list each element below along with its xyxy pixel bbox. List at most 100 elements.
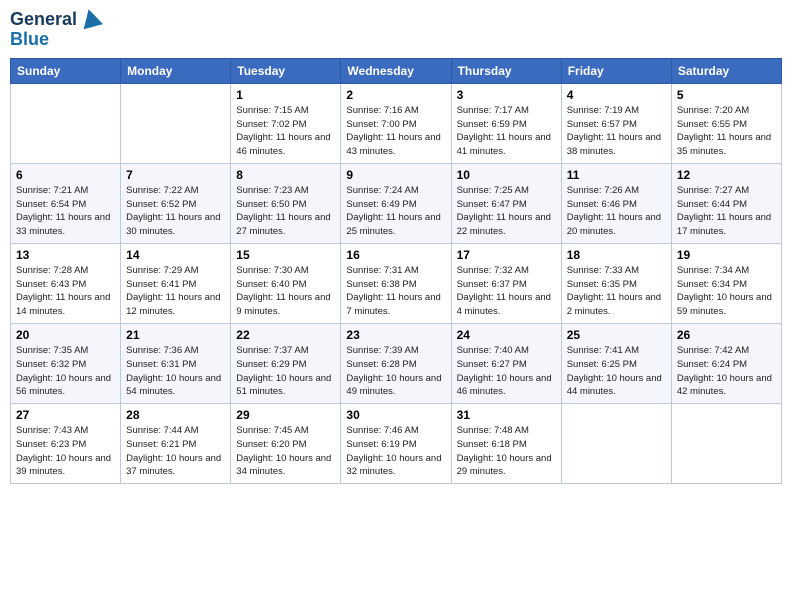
day-number: 10: [457, 168, 556, 182]
weekday-header-cell: Sunday: [11, 58, 121, 83]
weekday-header-cell: Tuesday: [231, 58, 341, 83]
day-number: 22: [236, 328, 335, 342]
calendar-cell: 2 Sunrise: 7:16 AM Sunset: 7:00 PM Daylig…: [341, 83, 451, 163]
day-info: Sunrise: 7:45 AM Sunset: 6:20 PM Dayligh…: [236, 424, 335, 479]
day-number: 13: [16, 248, 115, 262]
day-info: Sunrise: 7:29 AM Sunset: 6:41 PM Dayligh…: [126, 264, 225, 319]
day-number: 7: [126, 168, 225, 182]
calendar-cell: 31 Sunrise: 7:48 AM Sunset: 6:18 PM Dayli…: [451, 404, 561, 484]
day-info: Sunrise: 7:37 AM Sunset: 6:29 PM Dayligh…: [236, 344, 335, 399]
day-number: 29: [236, 408, 335, 422]
day-number: 16: [346, 248, 445, 262]
calendar-cell: 15 Sunrise: 7:30 AM Sunset: 6:40 PM Dayli…: [231, 243, 341, 323]
day-info: Sunrise: 7:43 AM Sunset: 6:23 PM Dayligh…: [16, 424, 115, 479]
day-number: 2: [346, 88, 445, 102]
day-info: Sunrise: 7:23 AM Sunset: 6:50 PM Dayligh…: [236, 184, 335, 239]
calendar-cell: 22 Sunrise: 7:37 AM Sunset: 6:29 PM Dayli…: [231, 323, 341, 403]
day-number: 30: [346, 408, 445, 422]
day-number: 26: [677, 328, 776, 342]
calendar-cell: 29 Sunrise: 7:45 AM Sunset: 6:20 PM Dayli…: [231, 404, 341, 484]
day-number: 20: [16, 328, 115, 342]
day-number: 31: [457, 408, 556, 422]
day-info: Sunrise: 7:48 AM Sunset: 6:18 PM Dayligh…: [457, 424, 556, 479]
calendar-cell: 9 Sunrise: 7:24 AM Sunset: 6:49 PM Daylig…: [341, 163, 451, 243]
calendar-cell: 1 Sunrise: 7:15 AM Sunset: 7:02 PM Daylig…: [231, 83, 341, 163]
calendar-cell: 5Sunrise: 7:20 AM Sunset: 6:55 PM Daylig…: [671, 83, 781, 163]
day-info: Sunrise: 7:19 AM Sunset: 6:57 PM Dayligh…: [567, 104, 666, 159]
day-number: 19: [677, 248, 776, 262]
day-info: Sunrise: 7:26 AM Sunset: 6:46 PM Dayligh…: [567, 184, 666, 239]
calendar-cell: 25 Sunrise: 7:41 AM Sunset: 6:25 PM Dayli…: [561, 323, 671, 403]
logo: General Blue: [10, 10, 101, 50]
day-number: 14: [126, 248, 225, 262]
calendar-cell: 17 Sunrise: 7:32 AM Sunset: 6:37 PM Dayli…: [451, 243, 561, 323]
day-info: Sunrise: 7:42 AM Sunset: 6:24 PM Dayligh…: [677, 344, 776, 399]
calendar-week-row: 1 Sunrise: 7:15 AM Sunset: 7:02 PM Daylig…: [11, 83, 782, 163]
calendar-cell: 16 Sunrise: 7:31 AM Sunset: 6:38 PM Dayli…: [341, 243, 451, 323]
calendar-week-row: 20Sunrise: 7:35 AM Sunset: 6:32 PM Dayli…: [11, 323, 782, 403]
weekday-header-cell: Monday: [121, 58, 231, 83]
day-info: Sunrise: 7:15 AM Sunset: 7:02 PM Dayligh…: [236, 104, 335, 159]
calendar-cell: 26 Sunrise: 7:42 AM Sunset: 6:24 PM Dayli…: [671, 323, 781, 403]
calendar-cell: 8 Sunrise: 7:23 AM Sunset: 6:50 PM Daylig…: [231, 163, 341, 243]
calendar-cell: 7 Sunrise: 7:22 AM Sunset: 6:52 PM Daylig…: [121, 163, 231, 243]
calendar-cell: [671, 404, 781, 484]
weekday-header-cell: Wednesday: [341, 58, 451, 83]
calendar-week-row: 13 Sunrise: 7:28 AM Sunset: 6:43 PM Dayli…: [11, 243, 782, 323]
day-info: Sunrise: 7:20 AM Sunset: 6:55 PM Dayligh…: [677, 104, 776, 159]
day-info: Sunrise: 7:17 AM Sunset: 6:59 PM Dayligh…: [457, 104, 556, 159]
day-number: 3: [457, 88, 556, 102]
day-number: 6: [16, 168, 115, 182]
day-number: 15: [236, 248, 335, 262]
day-info: Sunrise: 7:16 AM Sunset: 7:00 PM Dayligh…: [346, 104, 445, 159]
calendar-cell: [11, 83, 121, 163]
logo-general: General: [10, 10, 77, 30]
day-number: 1: [236, 88, 335, 102]
calendar-cell: 10 Sunrise: 7:25 AM Sunset: 6:47 PM Dayli…: [451, 163, 561, 243]
weekday-header-cell: Saturday: [671, 58, 781, 83]
day-number: 25: [567, 328, 666, 342]
day-info: Sunrise: 7:30 AM Sunset: 6:40 PM Dayligh…: [236, 264, 335, 319]
day-info: Sunrise: 7:46 AM Sunset: 6:19 PM Dayligh…: [346, 424, 445, 479]
day-info: Sunrise: 7:28 AM Sunset: 6:43 PM Dayligh…: [16, 264, 115, 319]
calendar-cell: [561, 404, 671, 484]
day-info: Sunrise: 7:44 AM Sunset: 6:21 PM Dayligh…: [126, 424, 225, 479]
day-number: 21: [126, 328, 225, 342]
calendar-table: SundayMondayTuesdayWednesdayThursdayFrid…: [10, 58, 782, 484]
page-header: General Blue: [10, 10, 782, 50]
day-info: Sunrise: 7:36 AM Sunset: 6:31 PM Dayligh…: [126, 344, 225, 399]
day-info: Sunrise: 7:34 AM Sunset: 6:34 PM Dayligh…: [677, 264, 776, 319]
calendar-cell: 13 Sunrise: 7:28 AM Sunset: 6:43 PM Dayli…: [11, 243, 121, 323]
day-info: Sunrise: 7:40 AM Sunset: 6:27 PM Dayligh…: [457, 344, 556, 399]
day-info: Sunrise: 7:39 AM Sunset: 6:28 PM Dayligh…: [346, 344, 445, 399]
day-info: Sunrise: 7:41 AM Sunset: 6:25 PM Dayligh…: [567, 344, 666, 399]
calendar-cell: 20Sunrise: 7:35 AM Sunset: 6:32 PM Dayli…: [11, 323, 121, 403]
day-info: Sunrise: 7:21 AM Sunset: 6:54 PM Dayligh…: [16, 184, 115, 239]
day-info: Sunrise: 7:22 AM Sunset: 6:52 PM Dayligh…: [126, 184, 225, 239]
calendar-cell: 6 Sunrise: 7:21 AM Sunset: 6:54 PM Daylig…: [11, 163, 121, 243]
calendar-cell: 12 Sunrise: 7:27 AM Sunset: 6:44 PM Dayli…: [671, 163, 781, 243]
day-number: 17: [457, 248, 556, 262]
day-number: 11: [567, 168, 666, 182]
day-number: 18: [567, 248, 666, 262]
weekday-header-cell: Friday: [561, 58, 671, 83]
day-number: 12: [677, 168, 776, 182]
logo-blue: Blue: [10, 29, 49, 49]
calendar-cell: 11 Sunrise: 7:26 AM Sunset: 6:46 PM Dayli…: [561, 163, 671, 243]
calendar-week-row: 27 Sunrise: 7:43 AM Sunset: 6:23 PM Dayli…: [11, 404, 782, 484]
day-info: Sunrise: 7:24 AM Sunset: 6:49 PM Dayligh…: [346, 184, 445, 239]
day-number: 9: [346, 168, 445, 182]
weekday-header-row: SundayMondayTuesdayWednesdayThursdayFrid…: [11, 58, 782, 83]
day-info: Sunrise: 7:27 AM Sunset: 6:44 PM Dayligh…: [677, 184, 776, 239]
calendar-cell: 4 Sunrise: 7:19 AM Sunset: 6:57 PM Daylig…: [561, 83, 671, 163]
calendar-body: 1 Sunrise: 7:15 AM Sunset: 7:02 PM Daylig…: [11, 83, 782, 483]
calendar-cell: 27 Sunrise: 7:43 AM Sunset: 6:23 PM Dayli…: [11, 404, 121, 484]
day-info: Sunrise: 7:32 AM Sunset: 6:37 PM Dayligh…: [457, 264, 556, 319]
day-number: 4: [567, 88, 666, 102]
day-info: Sunrise: 7:31 AM Sunset: 6:38 PM Dayligh…: [346, 264, 445, 319]
calendar-cell: 23Sunrise: 7:39 AM Sunset: 6:28 PM Dayli…: [341, 323, 451, 403]
day-number: 27: [16, 408, 115, 422]
weekday-header-cell: Thursday: [451, 58, 561, 83]
day-number: 8: [236, 168, 335, 182]
day-info: Sunrise: 7:25 AM Sunset: 6:47 PM Dayligh…: [457, 184, 556, 239]
